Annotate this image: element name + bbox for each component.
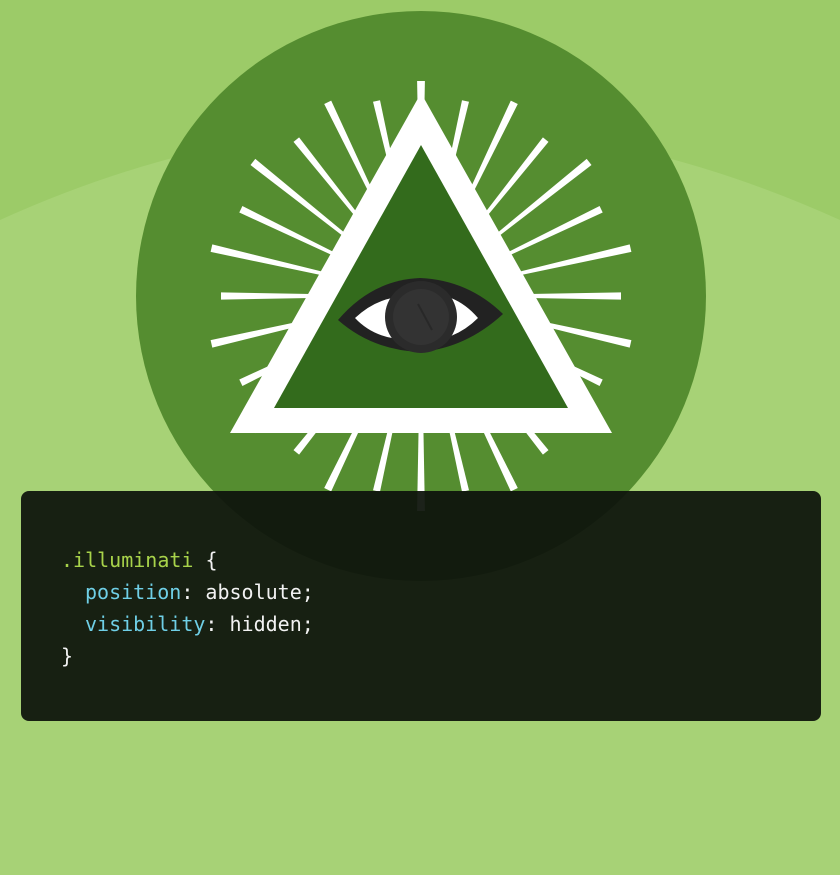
close-brace: } [61, 644, 74, 668]
code-block: .illuminati { position: absolute; visibi… [21, 491, 821, 721]
code-line-visibility: visibility: hidden; [61, 608, 821, 640]
open-brace: { [193, 548, 218, 572]
code-line-close: } [61, 640, 821, 672]
code-line-position: position: absolute; [61, 576, 821, 608]
code-line-selector: .illuminati { [61, 544, 821, 576]
css-value: hidden; [229, 612, 314, 636]
illustration [0, 0, 840, 581]
css-property: visibility [85, 612, 206, 636]
colon: : [205, 612, 230, 636]
css-selector: .illuminati [61, 548, 194, 572]
css-property: position [85, 580, 182, 604]
css-value: absolute; [205, 580, 314, 604]
colon: : [181, 580, 206, 604]
